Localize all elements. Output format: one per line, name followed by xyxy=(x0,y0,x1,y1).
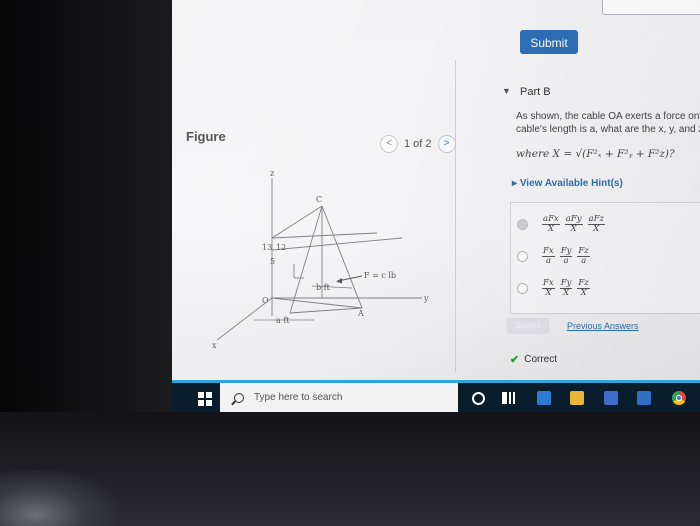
choice-2[interactable]: Fx a Fy a Fz a xyxy=(517,247,590,266)
x-label: x xyxy=(212,341,217,350)
caret-down-icon[interactable]: ▼ xyxy=(502,86,511,96)
figure-diagram: z C 13 12 5 F = c lb b ft O A y a ft x xyxy=(212,169,429,350)
figure-label: Figure xyxy=(186,129,226,144)
y-label: y xyxy=(423,294,429,303)
ratio-5: 5 xyxy=(270,257,275,266)
cable-front xyxy=(289,205,323,314)
pager-text: 1 of 2 xyxy=(404,138,432,150)
radio-choice-3[interactable] xyxy=(517,283,528,294)
cable-right xyxy=(321,205,363,309)
desk-reflection xyxy=(0,470,120,526)
task-view-icon[interactable] xyxy=(502,391,516,405)
panel-divider xyxy=(455,60,456,372)
question-line-2: cable's length is a, what are the x, y, … xyxy=(516,124,700,135)
point-a-label: A xyxy=(357,309,364,318)
a-ft-label: a ft xyxy=(276,316,290,325)
b-ft-label: b ft xyxy=(316,283,331,292)
view-hints-link[interactable]: ▸ View Available Hint(s) xyxy=(512,178,623,189)
correct-feedback: ✔ Correct xyxy=(510,353,557,366)
z-label: z xyxy=(270,169,274,178)
previous-answers-link[interactable]: Previous Answers xyxy=(567,321,639,331)
question-formula: where X = √(F²ₓ + F²ᵧ + F²z)? xyxy=(516,148,675,160)
choice-1[interactable]: aFx X aFy X aFz X xyxy=(517,215,605,234)
origin-label: O xyxy=(262,296,269,305)
checkmark-icon: ✔ xyxy=(510,354,520,366)
ratio-12: 12 xyxy=(276,243,286,252)
store-icon[interactable] xyxy=(604,391,618,405)
ratio-13: 13 xyxy=(262,243,272,252)
chevron-left-icon[interactable]: < xyxy=(380,135,398,153)
force-label: F = c lb xyxy=(364,271,396,280)
choice-2-expr: Fx a Fy a Fz a xyxy=(542,246,590,266)
question-line-1: As shown, the cable OA exerts a force on xyxy=(516,111,700,122)
correct-label: Correct xyxy=(524,354,558,365)
frame-top xyxy=(271,232,378,239)
assignment-page: Submit Figure < 1 of 2 > z C 13 12 5 F =… xyxy=(172,0,700,380)
point-c-label: C xyxy=(316,195,322,204)
figure-pager: < 1 of 2 > xyxy=(380,135,456,153)
taskbar-search-box[interactable]: Type here to search xyxy=(220,383,458,412)
search-icon xyxy=(234,392,244,403)
monitor-screen: Submit Figure < 1 of 2 > z C 13 12 5 F =… xyxy=(172,0,700,412)
cable-left xyxy=(271,205,323,239)
windows-logo-icon[interactable] xyxy=(198,392,212,406)
edge-icon[interactable] xyxy=(537,391,551,405)
choice-3[interactable]: Fx X Fy X Fz X xyxy=(517,279,590,298)
file-explorer-icon[interactable] xyxy=(570,391,584,405)
radio-choice-2[interactable] xyxy=(517,251,528,262)
question-text: As shown, the cable OA exerts a force on… xyxy=(516,110,700,136)
radio-choice-1[interactable] xyxy=(517,219,528,230)
search-placeholder: Type here to search xyxy=(254,392,343,403)
answer-choices: aFx X aFy X aFz X Fx a Fy a Fz a Fx X Fy X Fz X xyxy=(510,202,700,314)
answer-input-top[interactable] xyxy=(602,0,700,15)
cable-oa xyxy=(271,297,363,309)
mail-icon[interactable] xyxy=(637,391,651,405)
submit-button[interactable]: Submit xyxy=(520,30,578,54)
base-line xyxy=(289,307,363,314)
caret-right-icon: ▸ xyxy=(512,178,518,189)
choice-1-expr: aFx X aFy X aFz X xyxy=(542,214,605,234)
chrome-icon[interactable] xyxy=(672,391,686,405)
view-hints-label: View Available Hint(s) xyxy=(519,178,623,189)
chevron-right-icon[interactable]: > xyxy=(437,135,456,153)
cortana-icon[interactable] xyxy=(472,392,485,405)
choice-3-expr: Fx X Fy X Fz X xyxy=(542,278,590,298)
part-b-title[interactable]: Part B xyxy=(520,86,551,98)
arrow-head-icon xyxy=(336,278,342,284)
windows-taskbar: Type here to search xyxy=(172,380,700,412)
part-b-submit-button[interactable]: Submit xyxy=(507,318,549,334)
